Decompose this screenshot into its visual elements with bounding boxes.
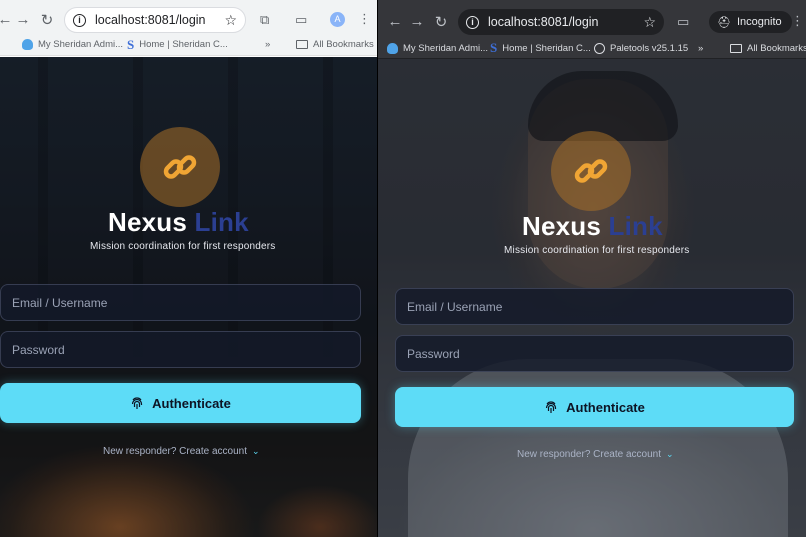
folder-icon [730, 43, 742, 53]
folder-icon [296, 40, 308, 49]
url-text: localhost:8081/login [95, 13, 206, 27]
globe-icon [594, 42, 605, 54]
bookmarks-bar: My Sheridan Admi... S Home | Sheridan C..… [0, 34, 377, 56]
overflow-label: » [698, 42, 704, 54]
star-icon[interactable]: ☆ [224, 12, 237, 29]
sheridan-s-icon: S [490, 40, 498, 55]
link-chain-icon [574, 159, 608, 183]
login-page: Nexus Link Mission coordination for firs… [378, 59, 806, 537]
link-chain-icon [163, 155, 197, 179]
incognito-badge[interactable]: ⛑ Incognito [709, 11, 792, 33]
all-bookmarks[interactable]: All Bookmarks [296, 39, 374, 50]
cast-icon[interactable]: ▭ [295, 12, 307, 28]
fingerprint-icon [546, 401, 557, 413]
create-account-link[interactable]: New responder? Create account ⌄ [517, 449, 674, 460]
info-icon[interactable]: i [466, 15, 479, 29]
signup-text: New responder? Create account [103, 446, 247, 457]
app-subtitle: Mission coordination for first responder… [90, 241, 276, 252]
bookmark-sheridan-admin[interactable]: My Sheridan Admi... [22, 39, 123, 50]
title-main: Nexus [108, 207, 188, 237]
password-placeholder: Password [12, 342, 65, 357]
reload-icon[interactable]: ↻ [36, 11, 58, 29]
authenticate-label: Authenticate [566, 399, 645, 415]
overflow-label: » [265, 39, 271, 50]
forward-icon[interactable]: → [12, 11, 34, 28]
bookmark-label: My Sheridan Admi... [403, 42, 489, 54]
browser-toolbar: ← → ↻ i localhost:8081/login ☆ ▭ ⛑ Incogn… [378, 0, 806, 42]
cloud-icon [22, 39, 33, 50]
bookmarks-overflow[interactable]: » [698, 43, 703, 54]
menu-icon[interactable]: ⋮ [358, 11, 371, 27]
app-title: Nexus Link [108, 207, 249, 238]
bookmarks-overflow[interactable]: » [265, 39, 270, 50]
browser-window-right: ← → ↻ i localhost:8081/login ☆ ▭ ⛑ Incogn… [377, 0, 806, 537]
bookmarks-bar: My Sheridan Admi... S Home | Sheridan C..… [378, 38, 806, 58]
address-bar[interactable]: i localhost:8081/login ☆ [64, 7, 246, 33]
email-placeholder: Email / Username [407, 299, 503, 314]
bookmark-label: Paletools v25.1.15 [610, 42, 689, 54]
all-bookmarks[interactable]: All Bookmarks [730, 43, 806, 54]
info-icon[interactable]: i [73, 13, 86, 27]
chevron-down-icon: ⌄ [251, 446, 260, 456]
extensions-icon[interactable]: ⧉ [260, 12, 269, 28]
title-accent: Link [194, 207, 249, 237]
bookmark-paletools[interactable]: Paletools v25.1.15 [594, 42, 689, 54]
address-bar[interactable]: i localhost:8081/login ☆ [458, 9, 664, 35]
title-accent: Link [608, 211, 663, 241]
logo [551, 131, 631, 211]
authenticate-label: Authenticate [152, 395, 231, 411]
incognito-icon: ⛑ [717, 16, 731, 29]
signup-text: New responder? Create account [517, 449, 661, 460]
star-icon[interactable]: ☆ [643, 14, 656, 31]
email-field[interactable]: Email / Username [0, 284, 361, 321]
bookmark-sheridan-admin[interactable]: My Sheridan Admi... [387, 42, 489, 54]
bookmark-label: All Bookmarks [313, 39, 374, 50]
reload-icon[interactable]: ↻ [430, 13, 452, 31]
password-field[interactable]: Password [395, 335, 794, 372]
authenticate-button[interactable]: Authenticate [395, 387, 794, 427]
browser-toolbar: ← → ↻ i localhost:8081/login ☆ ⧉ ▭ A ⋮ [0, 0, 377, 38]
app-title: Nexus Link [522, 211, 663, 242]
avatar[interactable]: A [330, 12, 345, 27]
bookmark-label: Home | Sheridan C... [139, 39, 228, 50]
email-placeholder: Email / Username [12, 295, 108, 310]
title-main: Nexus [522, 211, 602, 241]
sheridan-s-icon: S [127, 36, 135, 52]
fingerprint-icon [132, 397, 143, 409]
forward-icon[interactable]: → [406, 13, 428, 30]
cloud-icon [387, 42, 398, 54]
email-field[interactable]: Email / Username [395, 288, 794, 325]
cast-icon[interactable]: ▭ [677, 14, 689, 30]
bookmark-label: My Sheridan Admi... [38, 39, 124, 50]
url-text: localhost:8081/login [488, 15, 599, 29]
app-subtitle: Mission coordination for first responder… [504, 245, 690, 256]
password-field[interactable]: Password [0, 331, 361, 368]
logo [140, 127, 220, 207]
authenticate-button[interactable]: Authenticate [0, 383, 361, 423]
password-placeholder: Password [407, 346, 460, 361]
bookmark-sheridan-home[interactable]: S Home | Sheridan C... [490, 40, 591, 56]
chevron-down-icon: ⌄ [665, 449, 674, 459]
login-page: Nexus Link Mission coordination for firs… [0, 57, 377, 537]
menu-icon[interactable]: ⋮ [791, 13, 804, 29]
bookmark-apps[interactable] [0, 39, 5, 50]
incognito-label: Incognito [736, 16, 782, 28]
back-icon[interactable]: ← [384, 13, 406, 30]
bookmark-label: All Bookmarks [747, 42, 806, 54]
browser-window-left: ← → ↻ i localhost:8081/login ☆ ⧉ ▭ A ⋮ M… [0, 0, 377, 537]
bookmark-label: Home | Sheridan C... [502, 42, 591, 54]
bookmark-sheridan-home[interactable]: S Home | Sheridan C... [127, 37, 228, 53]
create-account-link[interactable]: New responder? Create account ⌄ [103, 446, 260, 457]
